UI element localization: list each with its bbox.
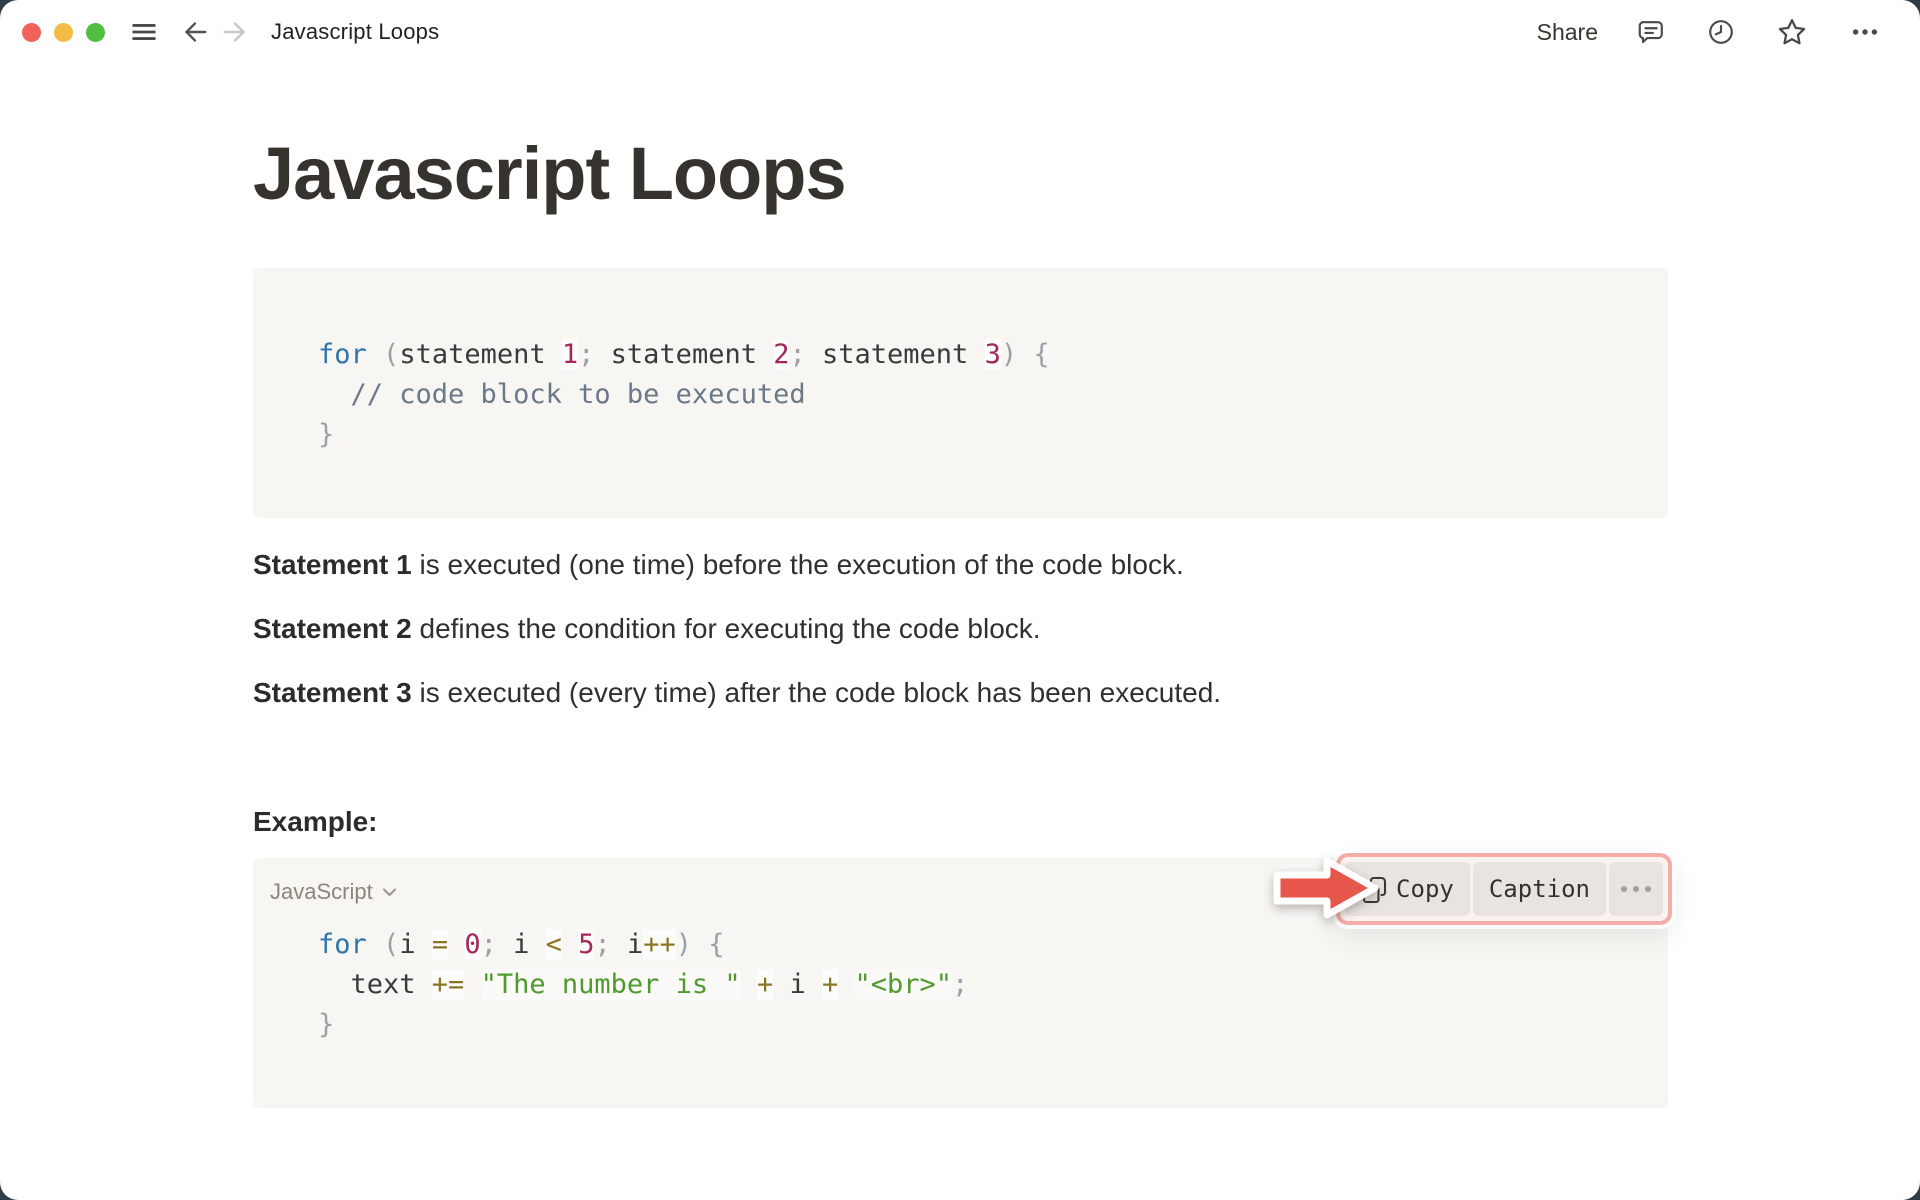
code-line: for (statement 1; statement 2; statement… <box>318 335 1668 375</box>
body-paragraphs: Statement 1 is executed (one time) befor… <box>253 545 1668 713</box>
page-title: Javascript Loops <box>253 134 1668 214</box>
copy-code-button[interactable]: Copy <box>1345 862 1470 916</box>
back-arrow-icon <box>179 17 209 47</box>
window-controls <box>22 23 105 42</box>
statement-2-paragraph: Statement 2 defines the condition for ex… <box>253 609 1668 649</box>
code-line: } <box>318 415 1668 455</box>
comment-icon <box>1636 17 1666 47</box>
statement-3-label: Statement 3 <box>253 677 412 708</box>
code-lines: for (i = 0; i < 5; i++) { text += "The n… <box>318 925 1668 1045</box>
caption-button[interactable]: Caption <box>1473 862 1606 916</box>
code-more-options-button[interactable] <box>1609 862 1663 916</box>
ellipsis-icon <box>1621 886 1651 892</box>
code-line: for (i = 0; i < 5; i++) { <box>318 925 1668 965</box>
comments-button[interactable] <box>1636 17 1666 47</box>
statement-2-text: defines the condition for executing the … <box>412 613 1041 644</box>
copy-button-label: Copy <box>1396 875 1454 903</box>
code-line: } <box>318 1005 1668 1045</box>
back-button[interactable] <box>179 17 209 47</box>
caption-button-label: Caption <box>1489 875 1590 903</box>
share-button[interactable]: Share <box>1537 19 1598 46</box>
forward-button[interactable] <box>221 17 251 47</box>
hamburger-icon <box>129 17 159 47</box>
app-window: Javascript Loops Share <box>0 0 1920 1200</box>
breadcrumb-title: Javascript Loops <box>271 19 439 45</box>
favorite-button[interactable] <box>1776 16 1808 48</box>
copy-icon <box>1361 875 1388 904</box>
sidebar-toggle-button[interactable] <box>129 17 159 47</box>
clock-icon <box>1706 17 1736 47</box>
example-heading: Example: <box>253 802 1668 842</box>
statement-2-label: Statement 2 <box>253 613 412 644</box>
minimize-window-button[interactable] <box>54 23 73 42</box>
statement-1-label: Statement 1 <box>253 549 412 580</box>
history-button[interactable] <box>1706 17 1736 47</box>
statement-1-text: is executed (one time) before the execut… <box>412 549 1184 580</box>
zoom-window-button[interactable] <box>86 23 105 42</box>
code-block-syntax: for (statement 1; statement 2; statement… <box>253 268 1668 518</box>
code-block-example: JavaScript for (i = 0; i < 5; i++) { tex… <box>253 858 1668 1108</box>
statement-3-paragraph: Statement 3 is executed (every time) aft… <box>253 673 1668 713</box>
language-selector-label: JavaScript <box>270 879 373 905</box>
statement-3-text: is executed (every time) after the code … <box>412 677 1221 708</box>
code-block-hover-toolbar: Copy Caption <box>1336 853 1672 925</box>
star-icon <box>1776 16 1808 48</box>
page-content: Javascript Loops for (statement 1; state… <box>253 134 1668 1108</box>
code-line: text += "The number is " + i + "<br>"; <box>318 965 1668 1005</box>
forward-arrow-icon <box>221 17 251 47</box>
ellipsis-icon <box>1848 17 1882 47</box>
more-options-button[interactable] <box>1848 17 1882 47</box>
titlebar: Javascript Loops Share <box>0 0 1920 64</box>
code-line: // code block to be executed <box>318 375 1668 415</box>
language-selector[interactable]: JavaScript <box>270 879 397 905</box>
statement-1-paragraph: Statement 1 is executed (one time) befor… <box>253 545 1668 585</box>
chevron-down-icon <box>382 887 397 897</box>
close-window-button[interactable] <box>22 23 41 42</box>
